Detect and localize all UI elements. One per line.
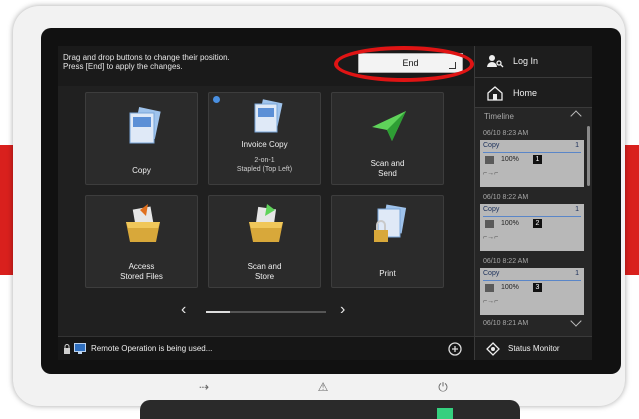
duplex-arrow-icon: ⌐→⌐	[483, 234, 499, 241]
timeline-job-card[interactable]: Copy 1 100% 2 ⌐→⌐	[480, 204, 584, 251]
timeline-job-qty: 1	[575, 270, 579, 277]
status-monitor-label: Status Monitor	[508, 344, 560, 353]
tile-copy[interactable]: Copy	[85, 92, 198, 185]
timeline-job-name: Copy	[483, 206, 500, 213]
remote-icon	[74, 343, 86, 354]
tile-invoice-copy-sub2: Stapled (Top Left)	[236, 166, 293, 173]
tile-invoice-copy-sub1: 2-on-1	[254, 157, 275, 164]
timeline-job-settings: 100% 1	[483, 155, 581, 165]
home-label: Home	[513, 88, 538, 98]
counter-icon[interactable]: ⇢	[197, 380, 211, 394]
chevron-up-icon[interactable]	[570, 110, 582, 122]
brand-accent-left	[0, 145, 14, 275]
paper-icon	[485, 284, 494, 292]
timeline-job-settings: 100% 3	[483, 283, 581, 293]
timeline-job-copies: 3	[533, 283, 542, 292]
tile-print-label: Print	[379, 269, 396, 278]
brand-accent-right	[625, 145, 639, 275]
tile-scan-and-store[interactable]: Scan and Store	[208, 195, 321, 288]
secure-print-icon	[374, 204, 407, 242]
timeline-job-copies: 1	[533, 155, 542, 164]
warning-icon[interactable]: ⚠	[316, 380, 330, 394]
chevron-down-icon[interactable]	[570, 315, 582, 327]
prev-page-button[interactable]: ‹	[181, 302, 186, 318]
timeline-title: Timeline	[484, 112, 514, 121]
energy-saver-icon[interactable]	[447, 341, 463, 357]
instruction-text: Drag and drop buttons to change their po…	[63, 53, 230, 71]
timeline-job-zoom: 100%	[501, 156, 519, 163]
lock-icon	[64, 344, 70, 354]
right-sidebar: Log In Home Timeline 06/10 8:23 AM Copy …	[474, 46, 592, 360]
status-message: Remote Operation is being used...	[91, 344, 213, 353]
tile-invoice-copy-label: Invoice Copy	[241, 140, 288, 149]
timeline-job-qty: 1	[575, 142, 579, 149]
status-bar: Remote Operation is being used...	[58, 336, 474, 360]
timeline-job-name: Copy	[483, 142, 500, 149]
ready-light	[437, 408, 453, 419]
tile-access-stored-files-label-2: Stored Files	[120, 272, 163, 281]
home-button[interactable]: Home	[475, 78, 592, 108]
status-monitor-button[interactable]: Status Monitor	[475, 336, 592, 360]
paper-plane-icon	[372, 111, 406, 141]
timeline-time: 06/10 8:22 AM	[483, 258, 529, 265]
timeline-time: 06/10 8:23 AM	[483, 130, 529, 137]
tile-scan-and-store-label-1: Scan and	[247, 262, 282, 271]
timeline-job-header: Copy 1	[483, 142, 581, 153]
login-button[interactable]: Log In	[475, 46, 592, 78]
power-icon[interactable]: ⏻	[436, 380, 450, 394]
scan-and-store-icon	[249, 204, 283, 242]
login-icon	[487, 55, 504, 68]
panel-bottom-strip	[140, 400, 520, 419]
next-page-button[interactable]: ›	[340, 302, 345, 318]
chevron-left-icon: ‹	[181, 301, 187, 318]
timeline-time: 06/10 8:21 AM	[483, 320, 529, 327]
copy-icon	[129, 107, 161, 144]
home-icon	[487, 86, 503, 101]
stored-files-box-icon	[126, 204, 160, 242]
tile-scan-and-send[interactable]: Scan and Send	[331, 92, 444, 185]
tile-access-stored-files-label-1: Access	[128, 262, 155, 271]
timeline-scrollbar[interactable]	[587, 126, 590, 186]
page-indicator-fill	[206, 311, 230, 313]
timeline-job-settings: 100% 2	[483, 219, 581, 229]
timeline-job-card[interactable]: Copy 1 100% 3 ⌐→⌐	[480, 268, 584, 315]
status-monitor-icon	[486, 342, 500, 356]
timeline-job-name: Copy	[483, 270, 500, 277]
touch-screen: Drag and drop buttons to change their po…	[58, 46, 592, 360]
paper-icon	[485, 220, 494, 228]
instruction-line-1: Drag and drop buttons to change their po…	[63, 53, 230, 62]
duplex-arrow-icon: ⌐→⌐	[483, 298, 499, 305]
tile-scan-and-store-label-2: Store	[254, 272, 275, 281]
customized-dot-icon	[213, 96, 220, 103]
timeline-job-card[interactable]: Copy 1 100% 1 ⌐→⌐	[480, 140, 584, 187]
timeline-job-copies: 2	[533, 219, 542, 228]
timeline-job-qty: 1	[575, 206, 579, 213]
edit-mode-header: Drag and drop buttons to change their po…	[58, 46, 474, 86]
highlight-oval	[334, 46, 474, 82]
page-indicator	[206, 311, 326, 313]
timeline-job-header: Copy 1	[483, 270, 581, 281]
paper-icon	[485, 156, 494, 164]
timeline-time: 06/10 8:22 AM	[483, 194, 529, 201]
timeline-job-zoom: 100%	[501, 220, 519, 227]
tile-invoice-copy[interactable]: Invoice Copy 2-on-1 Stapled (Top Left)	[208, 92, 321, 185]
tile-scan-and-send-label-2: Send	[378, 169, 397, 178]
timeline-job-header: Copy 1	[483, 206, 581, 217]
tile-scan-and-send-label-1: Scan and	[370, 159, 405, 168]
login-label: Log In	[513, 56, 539, 66]
chevron-right-icon: ›	[340, 301, 346, 318]
timeline-job-zoom: 100%	[501, 284, 519, 291]
tile-copy-label: Copy	[132, 166, 151, 175]
duplex-arrow-icon: ⌐→⌐	[483, 170, 499, 177]
tile-print[interactable]: Print	[331, 195, 444, 288]
instruction-line-2: Press [End] to apply the changes.	[63, 62, 183, 71]
invoice-copy-icon	[254, 99, 283, 133]
tile-access-stored-files[interactable]: Access Stored Files	[85, 195, 198, 288]
